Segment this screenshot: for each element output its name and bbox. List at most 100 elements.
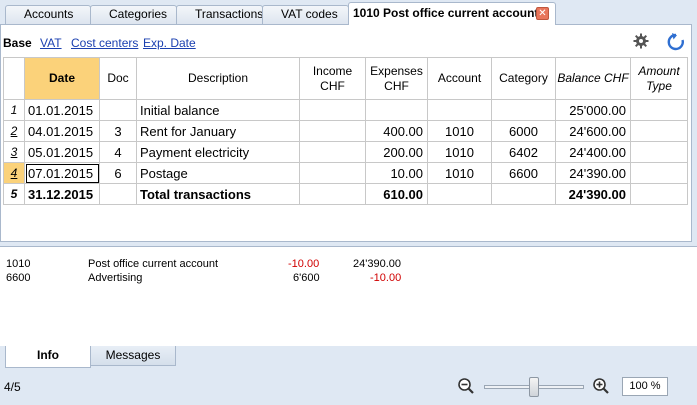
cell-date[interactable]: 07.01.2015 [24,162,100,184]
cell-category[interactable] [491,183,556,205]
cell-doc[interactable]: 6 [99,162,137,184]
gear-icon[interactable] [633,33,649,49]
info-change: -10.00 [288,258,320,270]
tab-label: 1010 Post office current account [353,6,539,20]
cell-category[interactable]: 6000 [491,120,556,142]
row-number[interactable]: 4 [3,162,25,184]
refresh-icon[interactable] [666,32,686,52]
tab-bar: Accounts Categories Transactions VAT cod… [0,0,697,25]
cell-date[interactable]: 05.01.2015 [24,141,100,163]
column-header-doc[interactable]: Doc [99,57,137,100]
table-row[interactable]: 3 05.01.2015 4 Payment electricity 200.0… [3,141,688,163]
zoom-slider-handle[interactable] [529,377,539,397]
cell-balance[interactable]: 24'390.00 [555,162,631,184]
cell-date[interactable]: 04.01.2015 [24,120,100,142]
table-row[interactable]: 4 07.01.2015 6 Postage 10.00 1010 6600 2… [3,162,688,184]
cell-amount-type[interactable] [630,162,688,184]
view-vat[interactable]: VAT [40,36,62,50]
cell-doc[interactable]: 4 [99,141,137,163]
cell-amount-type[interactable] [630,120,688,142]
column-header-date[interactable]: Date [24,57,100,100]
table-row[interactable]: 2 04.01.2015 3 Rent for January 400.00 1… [3,120,688,142]
transactions-table: Date Doc Description Income CHF Expenses… [3,57,688,205]
view-cost-centers[interactable]: Cost centers [71,36,138,50]
tab-transactions[interactable]: Transactions [176,5,263,24]
view-exp-date[interactable]: Exp. Date [143,36,196,50]
cell-expenses[interactable]: 200.00 [365,141,428,163]
cell-description[interactable]: Rent for January [136,120,300,142]
table-row-total[interactable]: 5 31.12.2015 Total transactions 610.00 2… [3,183,688,205]
cell-description[interactable]: Postage [136,162,300,184]
zoom-level-field[interactable]: 100 % [622,377,668,396]
table-row[interactable]: 1 01.01.2015 Initial balance 25'000.00 [3,99,688,121]
cell-income[interactable] [299,120,366,142]
cell-category[interactable]: 6402 [491,141,556,163]
cell-income[interactable] [299,162,366,184]
tab-vat-codes[interactable]: VAT codes [262,5,349,24]
info-account-name: Post office current account [88,258,219,270]
cell-balance[interactable]: 25'000.00 [555,99,631,121]
cell-description[interactable]: Total transactions [136,183,300,205]
cell-income[interactable] [299,99,366,121]
cell-doc[interactable] [99,99,137,121]
zoom-out-icon[interactable] [457,377,475,395]
close-icon[interactable]: ✕ [536,7,549,20]
cell-expenses[interactable] [365,99,428,121]
tab-label: Categories [109,7,168,21]
cell-income[interactable] [299,183,366,205]
cell-balance[interactable]: 24'600.00 [555,120,631,142]
cell-income[interactable] [299,141,366,163]
column-header-description[interactable]: Description [136,57,300,100]
cell-account[interactable]: 1010 [427,120,492,142]
cell-amount-type[interactable] [630,183,688,205]
cell-date[interactable]: 01.01.2015 [24,99,100,121]
cell-doc[interactable]: 3 [99,120,137,142]
column-header-amount-type[interactable]: Amount Type [630,57,688,100]
row-number-header [3,57,25,100]
row-number[interactable]: 3 [3,141,25,163]
cell-category[interactable]: 6600 [491,162,556,184]
column-header-expenses[interactable]: Expenses CHF [365,57,428,100]
cell-balance[interactable]: 24'390.00 [555,183,631,205]
tab-categories[interactable]: Categories [90,5,177,24]
tab-label: VAT codes [281,7,338,21]
tab-label: Transactions [195,7,264,21]
info-account: 6600 [6,272,31,284]
zoom-in-icon[interactable] [592,377,610,395]
row-number[interactable]: 2 [3,120,25,142]
tab-label: Accounts [24,7,74,21]
cell-expenses[interactable]: 10.00 [365,162,428,184]
info-balance: 24'390.00 [353,258,401,270]
tab-accounts[interactable]: Accounts [5,5,91,24]
cell-account[interactable] [427,183,492,205]
tab-messages[interactable]: Messages [90,346,176,366]
info-balance: 6'600 [293,272,320,284]
view-base[interactable]: Base [3,36,32,50]
cell-account[interactable]: 1010 [427,141,492,163]
column-header-category[interactable]: Category [491,57,556,100]
cell-expenses[interactable]: 400.00 [365,120,428,142]
cell-description[interactable]: Initial balance [136,99,300,121]
cell-doc[interactable] [99,183,137,205]
tab-account-1010[interactable]: 1010 Post office current account ✕ [348,2,556,25]
cell-account[interactable]: 1010 [427,162,492,184]
cell-amount-type[interactable] [630,141,688,163]
row-number[interactable]: 5 [3,183,25,205]
cell-amount-type[interactable] [630,99,688,121]
cell-account[interactable] [427,99,492,121]
row-position: 4/5 [4,380,21,394]
cell-expenses[interactable]: 610.00 [365,183,428,205]
status-bar: 4/5 100 % [0,372,697,405]
view-bar: Base VAT Cost centers Exp. Date [1,25,691,55]
cell-description[interactable]: Payment electricity [136,141,300,163]
cell-date[interactable]: 31.12.2015 [24,183,100,205]
column-header-balance[interactable]: Balance CHF [555,57,631,100]
cell-category[interactable] [491,99,556,121]
bottom-tab-bar: Info Messages [0,346,697,368]
column-header-account[interactable]: Account [427,57,492,100]
tab-info[interactable]: Info [5,346,91,368]
cell-balance[interactable]: 24'400.00 [555,141,631,163]
column-header-income[interactable]: Income CHF [299,57,366,100]
row-number[interactable]: 1 [3,99,25,121]
table-header-row: Date Doc Description Income CHF Expenses… [3,57,688,100]
